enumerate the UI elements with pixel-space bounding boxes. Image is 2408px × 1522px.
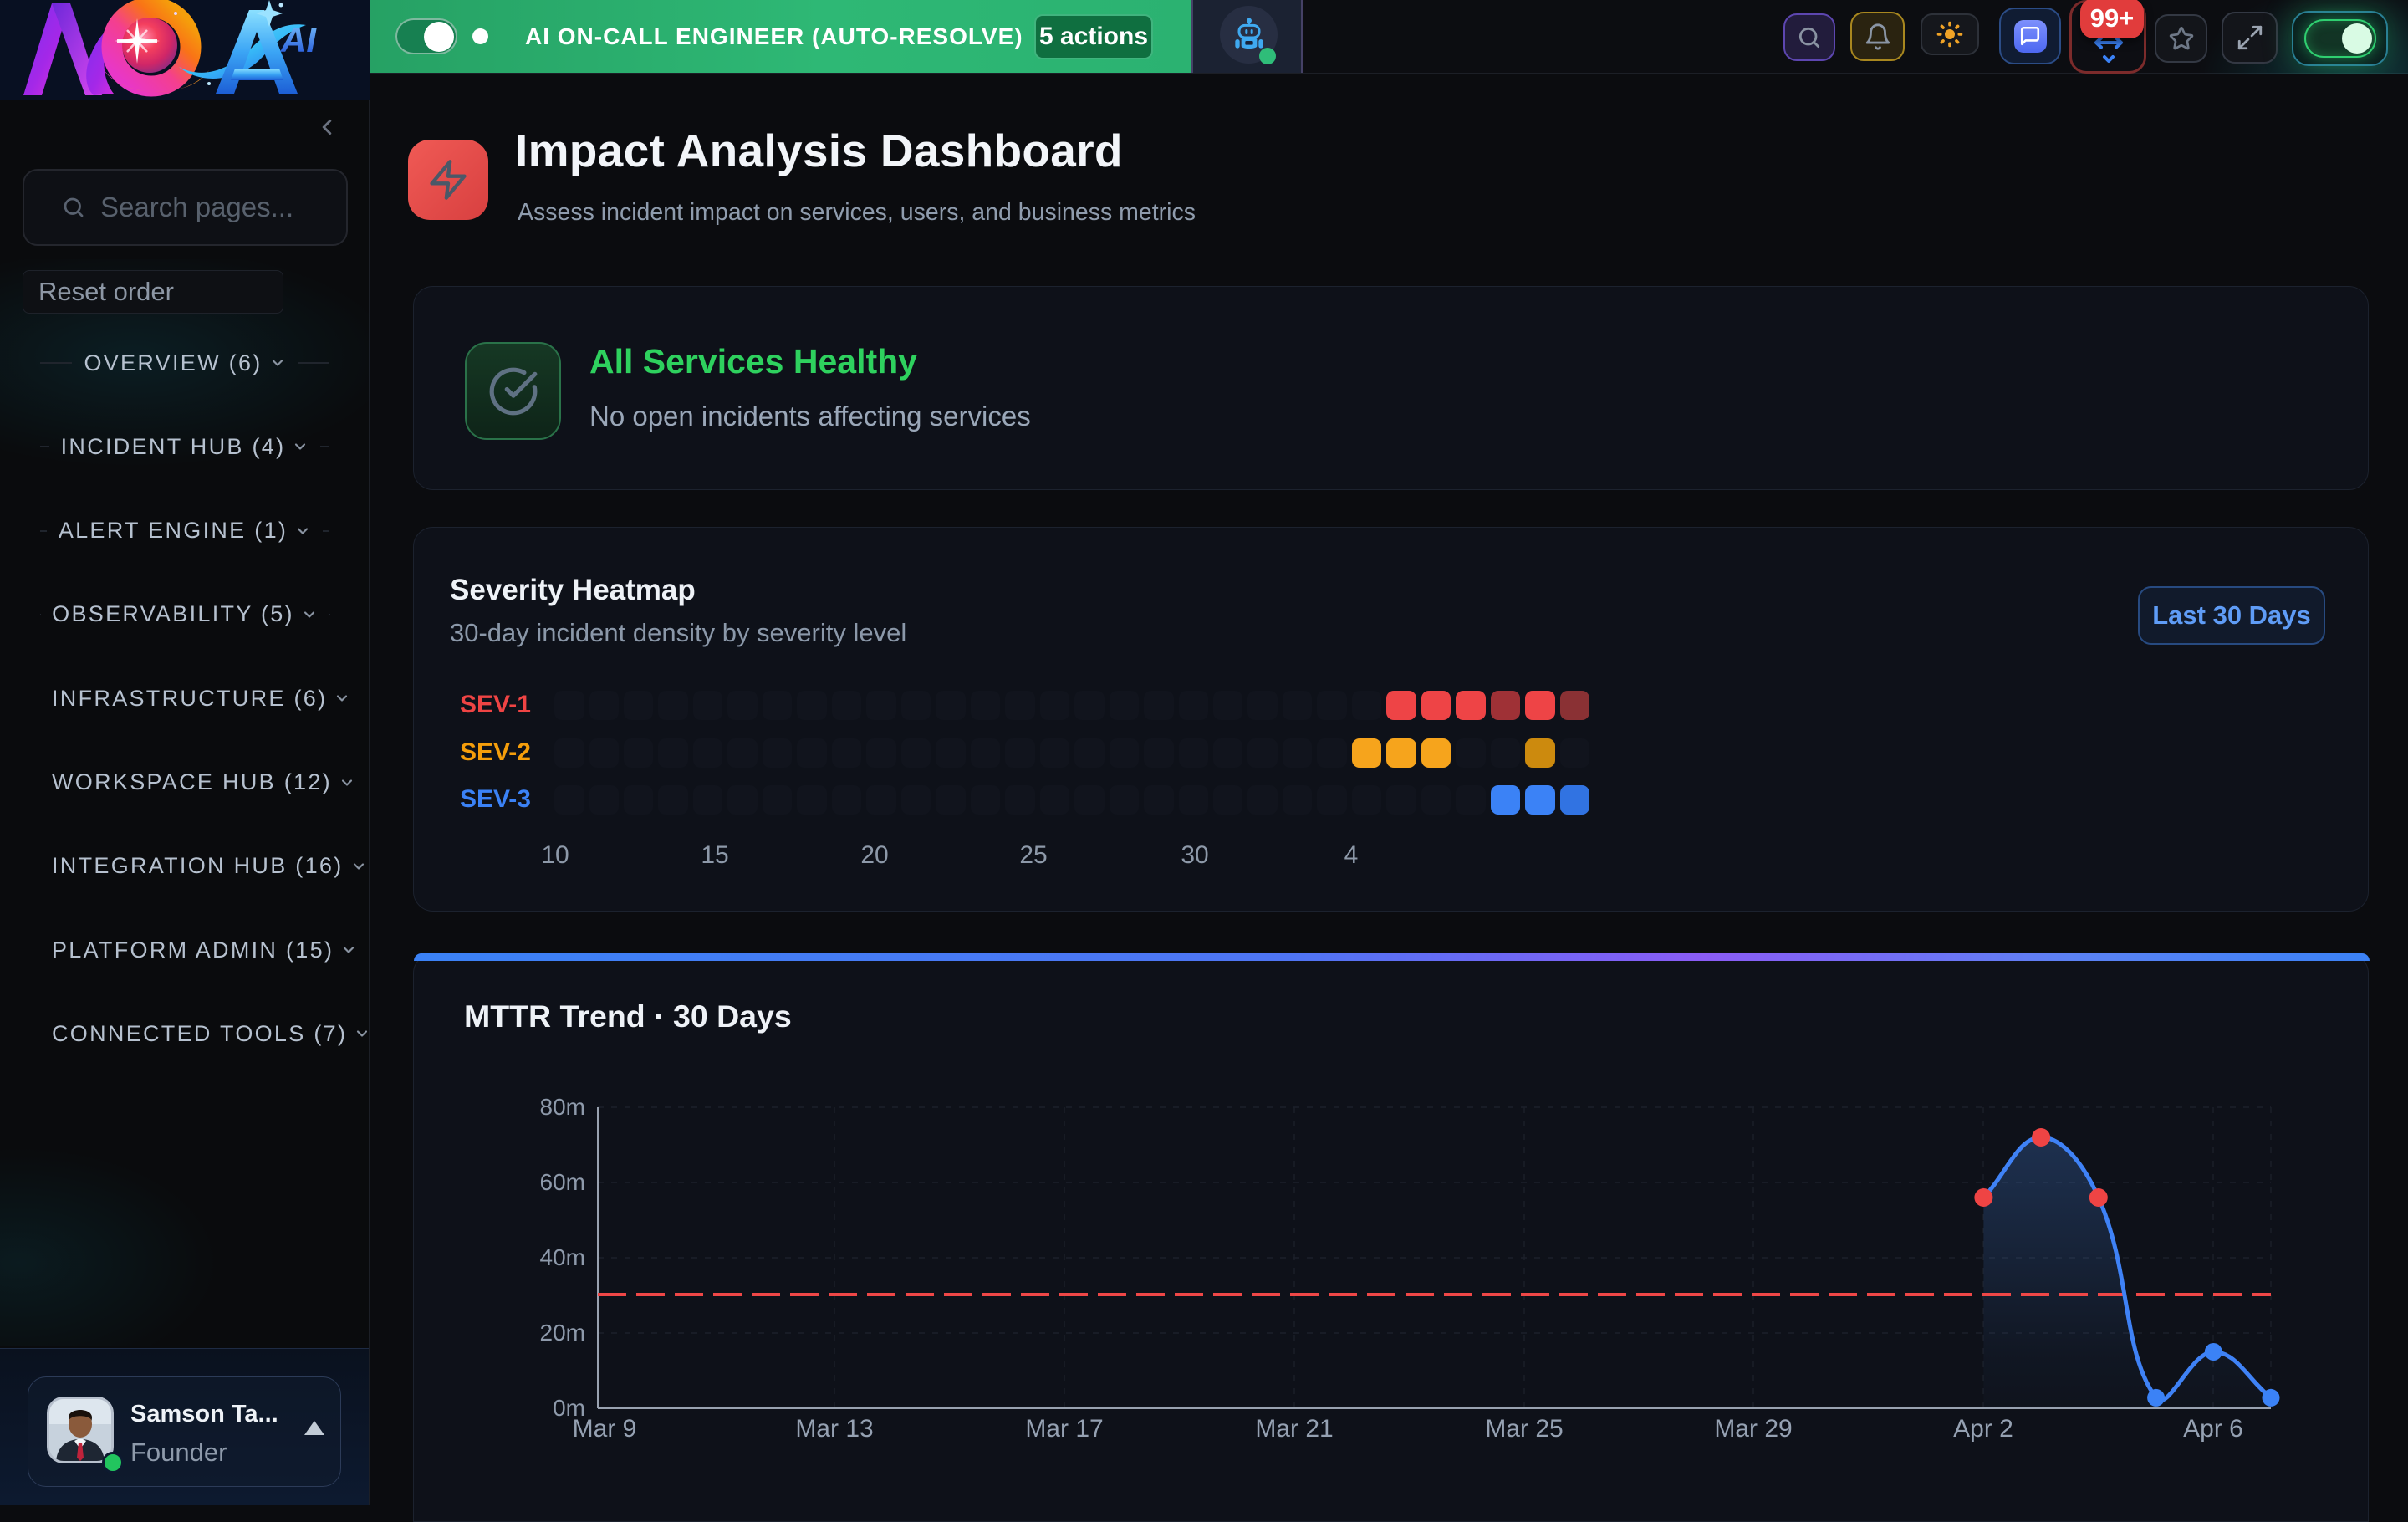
svg-text:Mar 17: Mar 17 bbox=[1025, 1415, 1103, 1443]
svg-text:Mar 9: Mar 9 bbox=[573, 1415, 637, 1443]
svg-text:Apr 6: Apr 6 bbox=[2183, 1415, 2243, 1443]
svg-text:AI: AI bbox=[280, 20, 317, 59]
svg-text:Mar 25: Mar 25 bbox=[1485, 1415, 1563, 1443]
svg-text:20m: 20m bbox=[540, 1320, 585, 1346]
svg-text:Mar 21: Mar 21 bbox=[1255, 1415, 1333, 1443]
svg-text:80m: 80m bbox=[540, 1094, 585, 1120]
svg-text:40m: 40m bbox=[540, 1244, 585, 1270]
svg-text:60m: 60m bbox=[540, 1169, 585, 1195]
svg-text:Mar 13: Mar 13 bbox=[795, 1415, 873, 1443]
svg-text:Mar 29: Mar 29 bbox=[1714, 1415, 1792, 1443]
svg-text:Apr 2: Apr 2 bbox=[1953, 1415, 2013, 1443]
